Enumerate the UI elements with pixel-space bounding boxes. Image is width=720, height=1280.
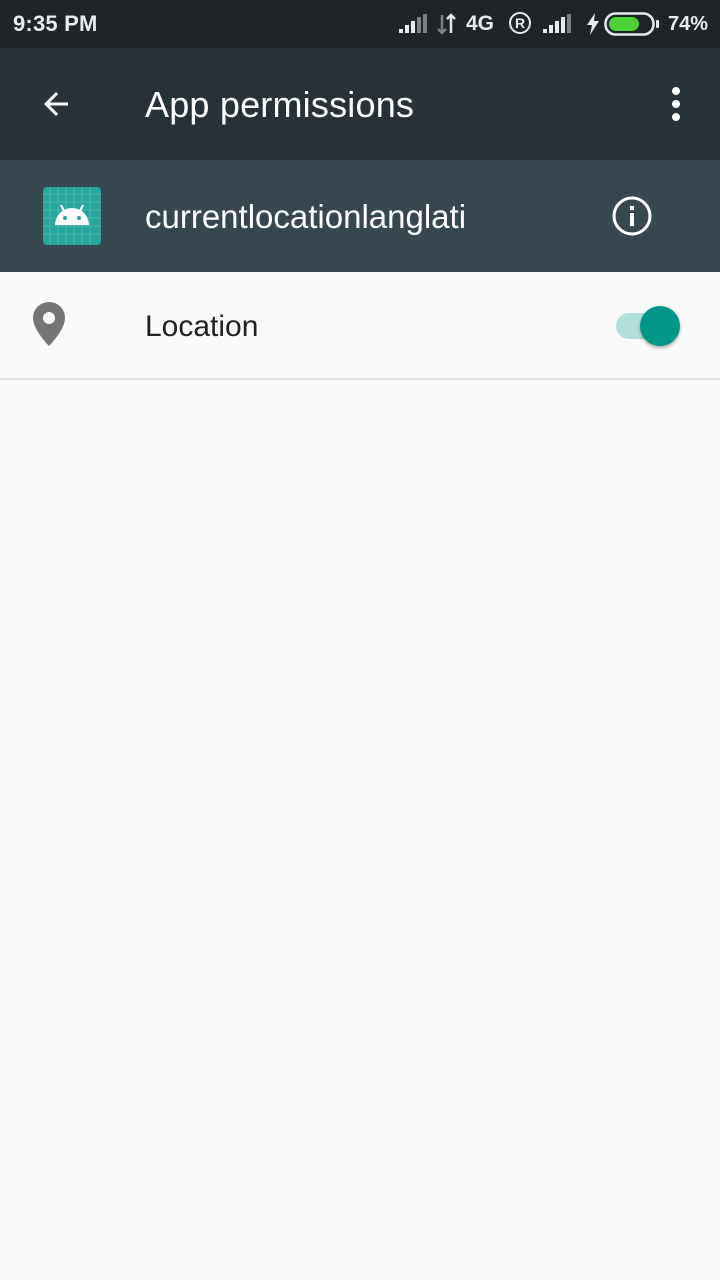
roaming-icon: R — [509, 12, 531, 34]
info-icon — [612, 196, 652, 236]
app-name: currentlocationlanglati — [145, 198, 467, 235]
battery-percent: 74% — [667, 13, 708, 35]
location-pin-icon — [33, 302, 65, 346]
location-toggle[interactable] — [612, 302, 686, 350]
charging-icon — [587, 13, 599, 35]
page-title: App permissions — [145, 84, 415, 125]
toggle-thumb — [640, 306, 680, 346]
arrow-back-icon — [44, 92, 68, 116]
network-type: 4G — [465, 12, 494, 35]
overflow-menu-button[interactable] — [652, 76, 700, 132]
more-vert-icon — [672, 87, 680, 121]
back-button[interactable] — [22, 70, 90, 138]
app-header: currentlocationlanglati — [0, 160, 720, 272]
data-arrows-icon — [437, 13, 456, 35]
roaming-label: R — [514, 15, 526, 31]
status-time: 9:35 PM — [13, 11, 98, 36]
app-info-button[interactable] — [606, 190, 658, 242]
permission-row-location[interactable]: Location — [0, 272, 720, 380]
signal-icon — [399, 14, 427, 33]
signal-icon-2 — [543, 14, 571, 33]
app-bar: App permissions — [0, 48, 720, 160]
permission-label: Location — [145, 310, 259, 343]
android-app-icon — [43, 187, 101, 245]
battery-icon — [604, 12, 659, 36]
status-bar: 9:35 PM 4G R 74% — [0, 0, 720, 48]
